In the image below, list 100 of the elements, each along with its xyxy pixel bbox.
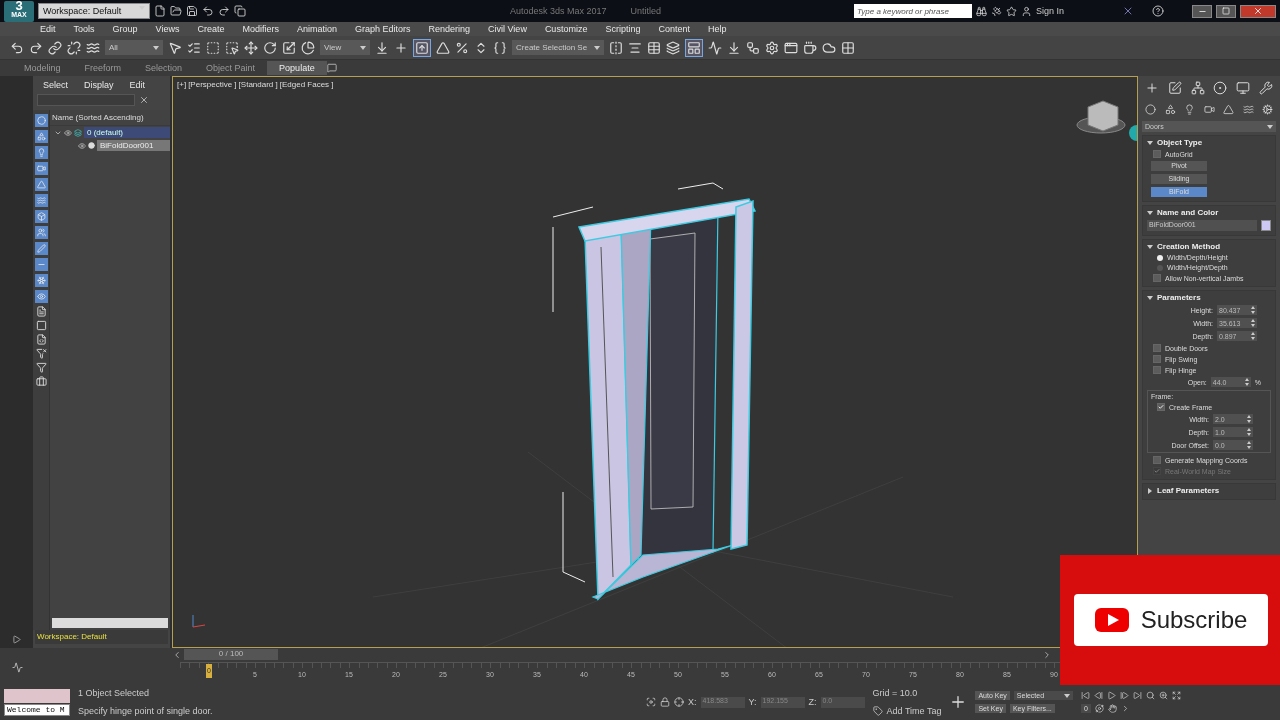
waves-icon[interactable] xyxy=(1242,104,1254,115)
redo-icon[interactable] xyxy=(218,5,230,17)
display-icon[interactable] xyxy=(1236,81,1251,95)
horizontal-scrollbar[interactable] xyxy=(52,618,168,628)
filter-toggle[interactable] xyxy=(34,242,48,255)
move-icon[interactable] xyxy=(244,40,258,55)
undo-icon[interactable] xyxy=(10,40,24,55)
unlink-icon[interactable] xyxy=(67,40,81,55)
window-crossing-icon[interactable] xyxy=(225,40,239,55)
sphere-icon[interactable] xyxy=(1145,104,1156,115)
checkbox[interactable] xyxy=(1153,456,1161,464)
filter-toggle[interactable] xyxy=(34,274,48,287)
rollout-arrow-icon[interactable] xyxy=(1147,487,1153,494)
scale-icon[interactable] xyxy=(282,40,296,55)
filter-toggle[interactable] xyxy=(34,146,48,159)
link-icon[interactable] xyxy=(48,40,62,55)
minimize-button[interactable] xyxy=(1192,4,1212,18)
shapes-icon[interactable] xyxy=(1164,104,1176,115)
menu-item[interactable]: Create xyxy=(197,24,225,34)
align-icon[interactable] xyxy=(628,40,642,55)
redo-icon[interactable] xyxy=(29,40,43,55)
color-swatch[interactable] xyxy=(1261,220,1271,231)
caret-icon[interactable] xyxy=(1267,124,1273,129)
viewport-menu-label[interactable]: [Edged Faces ] xyxy=(279,80,334,89)
schematic-icon[interactable] xyxy=(746,40,760,55)
rollout-arrow-icon[interactable] xyxy=(1147,243,1153,250)
time-tag-icon[interactable] xyxy=(872,706,883,716)
caret-icon[interactable] xyxy=(153,45,159,50)
column-header[interactable]: Name (Sorted Ascending) xyxy=(50,110,170,126)
render-setup-icon[interactable] xyxy=(765,40,779,55)
filter-toggle[interactable] xyxy=(34,130,48,143)
wrench-icon[interactable] xyxy=(1259,81,1273,95)
user-icon[interactable] xyxy=(1020,5,1032,17)
maximize-icon[interactable] xyxy=(1172,691,1182,700)
explorer-menu-item[interactable]: Edit xyxy=(129,80,146,90)
previous-frame-icon[interactable] xyxy=(1094,691,1104,700)
modify-icon[interactable] xyxy=(1167,81,1182,95)
rollout-title[interactable]: Creation Method xyxy=(1157,242,1221,251)
ribbon-tab[interactable]: Modeling xyxy=(12,61,73,75)
filter-icon[interactable] xyxy=(35,320,47,331)
add-time-tag-link[interactable]: Add Time Tag xyxy=(886,706,942,716)
angle-snap-icon[interactable] xyxy=(436,40,450,55)
rollout-title[interactable]: Name and Color xyxy=(1157,208,1219,217)
play-icon[interactable] xyxy=(1107,691,1117,700)
close-button[interactable] xyxy=(1240,4,1276,18)
menu-item[interactable]: Edit xyxy=(40,24,56,34)
viewport-menu-label[interactable]: [+] xyxy=(177,80,187,89)
named-selection-dropdown[interactable]: Create Selection Se xyxy=(512,40,604,55)
ribbon-button[interactable] xyxy=(685,38,703,57)
save-icon[interactable] xyxy=(186,5,198,17)
subscribe-banner[interactable]: Subscribe xyxy=(1060,555,1280,685)
layers-icon[interactable] xyxy=(666,40,680,55)
systems-icon[interactable] xyxy=(1262,104,1273,115)
menu-item[interactable]: Group xyxy=(112,24,138,34)
filter-toggle[interactable] xyxy=(34,194,48,207)
camera-icon[interactable] xyxy=(1203,104,1215,115)
menu-item[interactable]: Views xyxy=(155,24,180,34)
checkbox[interactable] xyxy=(1153,366,1161,374)
mirror-icon[interactable] xyxy=(609,40,623,55)
light-icon[interactable] xyxy=(1184,104,1195,115)
zoom-all-icon[interactable] xyxy=(1159,691,1169,700)
open-folder-icon[interactable] xyxy=(170,5,182,17)
subscribe-button[interactable]: Subscribe xyxy=(1074,594,1268,646)
grid-icon[interactable] xyxy=(841,40,855,55)
explorer-menu-item[interactable]: Display xyxy=(84,80,114,90)
filter-toggle[interactable] xyxy=(34,178,48,191)
checkbox[interactable] xyxy=(1153,274,1161,282)
percent-snap-icon[interactable] xyxy=(455,40,469,55)
menu-item[interactable]: Civil View xyxy=(488,24,527,34)
next-frame-icon[interactable] xyxy=(1120,691,1130,700)
pie-icon[interactable] xyxy=(301,40,315,55)
menu-item[interactable]: Tools xyxy=(73,24,95,34)
ribbon-tab[interactable]: Populate xyxy=(267,61,327,75)
menu-item[interactable]: Customize xyxy=(544,24,588,34)
filter-icon[interactable] xyxy=(35,362,47,373)
eye-icon[interactable] xyxy=(78,141,86,150)
viewport-menu-label[interactable]: [Standard ] xyxy=(238,80,278,89)
menu-item[interactable]: Content xyxy=(658,24,690,34)
spinner-arrows-icon[interactable] xyxy=(1244,378,1249,386)
filter-toggle[interactable] xyxy=(34,290,48,303)
menu-item[interactable]: Modifiers xyxy=(242,24,279,34)
spinner-arrows-icon[interactable] xyxy=(1251,306,1255,314)
selection-region-icon[interactable] xyxy=(206,40,220,55)
ribbon-tab[interactable]: Object Paint xyxy=(194,61,268,75)
pan-icon[interactable] xyxy=(1108,704,1117,713)
filter-icon[interactable] xyxy=(35,334,47,345)
checkbox[interactable] xyxy=(1153,150,1161,158)
absolute-mode-icon[interactable] xyxy=(674,697,684,707)
rollout-title[interactable]: Parameters xyxy=(1157,293,1201,302)
explorer-menu-item[interactable]: Select xyxy=(43,80,68,90)
spinner-arrows-icon[interactable] xyxy=(1247,441,1251,449)
play-icon[interactable] xyxy=(12,635,21,644)
checkbox[interactable] xyxy=(1153,344,1161,352)
rollout-arrow-icon[interactable] xyxy=(1147,139,1153,146)
checkbox[interactable] xyxy=(1157,403,1165,411)
filter-icon[interactable] xyxy=(35,376,47,387)
close-icon[interactable] xyxy=(139,95,149,105)
explorer-search-field[interactable] xyxy=(37,94,135,106)
orbit-icon[interactable] xyxy=(1095,704,1104,713)
menu-item[interactable]: Scripting xyxy=(605,24,641,34)
